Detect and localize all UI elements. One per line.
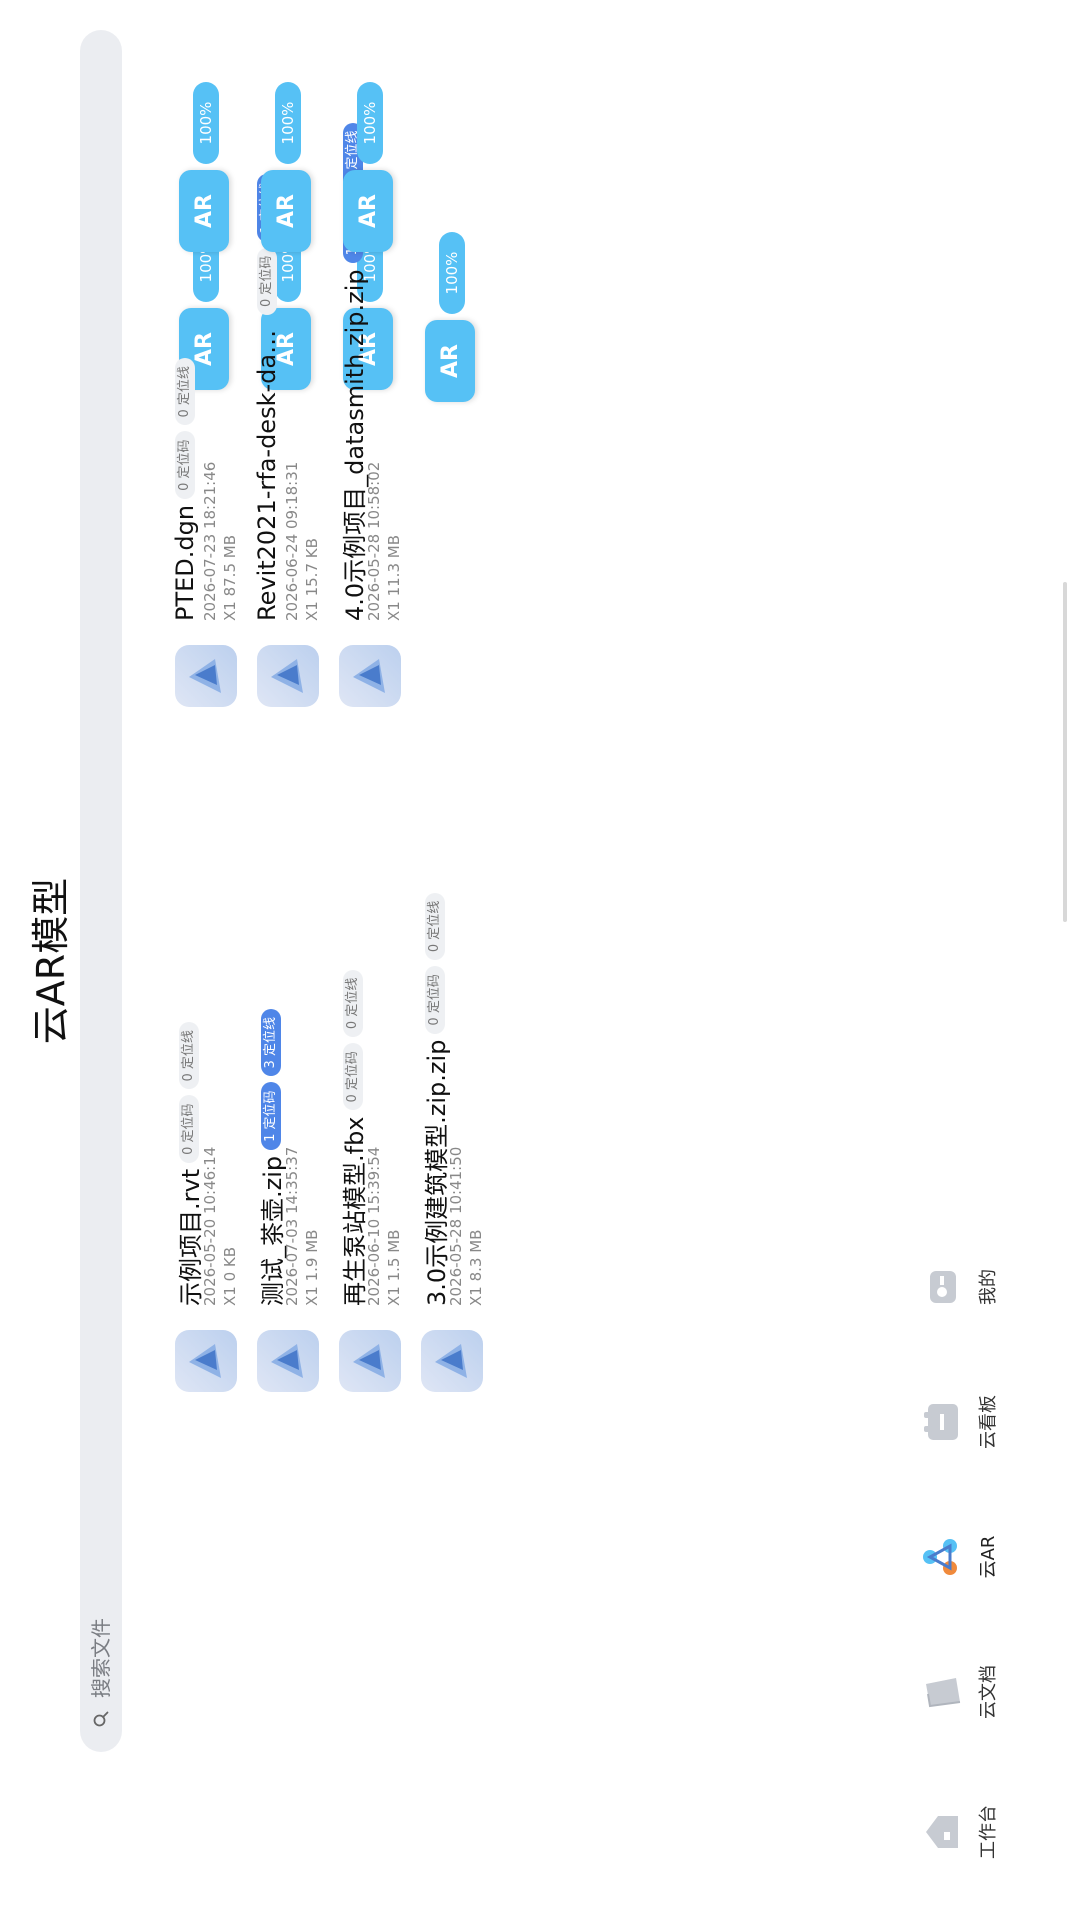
file-card[interactable]: 再生泵站模型.fbx 0 定位码 0 定位线 2026-06-10 15:39:… xyxy=(339,220,409,1392)
app-screen: 云AR模型 示例项目.rvt 0 定位码 0 定位线 2026-05-20 10… xyxy=(0,0,1081,1922)
model-thumbnail xyxy=(175,645,237,707)
cloud-ar-icon xyxy=(923,1539,957,1575)
location-code-badge: 1 定位码 xyxy=(260,1082,281,1150)
file-size: X1 1.9 MB xyxy=(303,1229,321,1306)
progress-badge: 100% xyxy=(439,232,465,314)
file-card[interactable]: Revit2021-rfa-desk-datasmith.… 0 定位码 1 定… xyxy=(253,0,327,707)
location-code-badge: 0 定位码 xyxy=(342,1043,363,1111)
file-date: 2026-07-03 14:35:37 xyxy=(283,1146,301,1306)
ar-button[interactable]: AR xyxy=(179,170,229,252)
location-line-badge: 0 定位线 xyxy=(342,969,363,1038)
progress-badge: 100% xyxy=(275,82,301,164)
file-date: 2026-05-28 10:58:02 xyxy=(365,461,383,621)
ar-button[interactable]: AR xyxy=(425,320,475,402)
file-name: PTED.dgn 0 定位码 0 定位线 xyxy=(171,358,199,621)
location-code-badge: 0 定位码 xyxy=(175,431,195,499)
file-card[interactable]: 示例项目.rvt 0 定位码 0 定位线 2026-05-20 10:46:14… xyxy=(175,220,245,1392)
tab-profile[interactable]: 我的 xyxy=(920,1227,1000,1347)
model-thumbnail xyxy=(339,1330,401,1392)
search-input[interactable] xyxy=(88,1096,114,1700)
location-line-badge: 3 定位线 xyxy=(260,1009,281,1077)
workbench-icon xyxy=(926,1816,958,1848)
profile-icon xyxy=(930,1271,956,1303)
location-code-badge: 0 定位码 xyxy=(424,966,445,1034)
search-icon xyxy=(93,1711,109,1727)
file-card[interactable]: PTED.dgn 0 定位码 0 定位线 2026-07-23 18:21:46… xyxy=(171,0,245,707)
file-card[interactable]: 测试_茶壶.zip 1 定位码 3 定位线 2026-07-03 14:35:3… xyxy=(257,220,327,1392)
ar-button[interactable]: AR xyxy=(343,170,393,252)
file-date: 2026-05-28 10:41:50 xyxy=(447,1146,465,1306)
model-thumbnail xyxy=(175,1330,237,1392)
location-line-badge: 0 定位线 xyxy=(424,892,445,961)
file-size: X1 0 KB xyxy=(221,1246,239,1306)
file-date: 2026-06-24 09:18:31 xyxy=(283,461,301,621)
file-size: X1 15.7 KB xyxy=(303,538,321,621)
file-size: X1 87.5 MB xyxy=(221,535,239,621)
file-size: X1 11.3 MB xyxy=(385,535,403,621)
scroll-indicator[interactable] xyxy=(1063,582,1067,922)
tab-dashboard[interactable]: 云看板 xyxy=(920,1362,1000,1482)
page-title: 云AR模型 xyxy=(29,877,73,1045)
model-thumbnail xyxy=(421,1330,483,1392)
location-code-badge: 0 定位码 xyxy=(257,247,277,315)
ar-button[interactable]: AR xyxy=(261,170,311,252)
location-code-badge: 0 定位码 xyxy=(178,1095,199,1163)
model-thumbnail xyxy=(339,645,401,707)
search-bar[interactable] xyxy=(80,30,122,1752)
file-card[interactable]: 4.0示例项目_datasmith.zip.zip 1 定位码 6 定位线 20… xyxy=(339,0,409,707)
dashboard-icon xyxy=(924,1404,958,1440)
file-size: X1 1.5 MB xyxy=(385,1229,403,1306)
model-thumbnail xyxy=(257,1330,319,1392)
location-line-badge: 0 定位线 xyxy=(178,1022,199,1090)
tab-workbench[interactable]: 工作台 xyxy=(920,1772,1000,1892)
file-size: X1 8.3 MB xyxy=(467,1229,485,1306)
progress-badge: 100% xyxy=(357,82,383,164)
documents-icon xyxy=(926,1678,961,1708)
tab-documents[interactable]: 云文档 xyxy=(920,1632,1000,1752)
file-date: 2026-07-23 18:21:46 xyxy=(201,461,219,621)
location-line-badge: 0 定位线 xyxy=(175,358,195,426)
model-thumbnail xyxy=(257,645,319,707)
tab-cloud-ar[interactable]: 云AR xyxy=(920,1497,1000,1617)
progress-badge: 100% xyxy=(193,82,219,164)
file-card[interactable]: 3.0示例建筑模型.zip.zip 0 定位码 0 定位线 2026-05-28… xyxy=(421,232,491,1392)
file-date: 2026-05-20 10:46:14 xyxy=(201,1146,219,1306)
file-date: 2026-06-10 15:39:54 xyxy=(365,1146,383,1306)
